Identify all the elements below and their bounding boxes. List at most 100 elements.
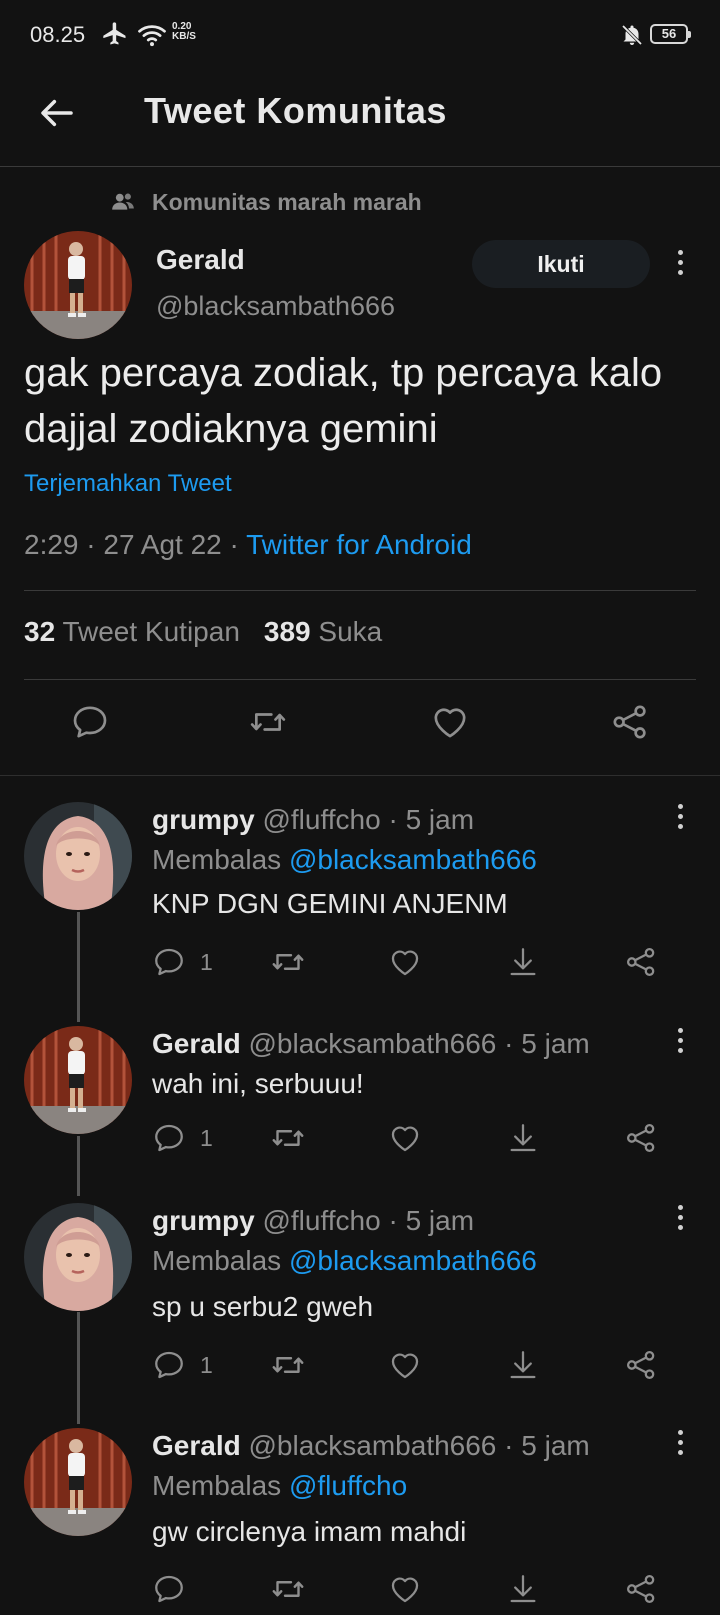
author-handle[interactable]: @blacksambath666: [156, 291, 395, 322]
replying-to-prefix: Membalas: [152, 1470, 282, 1501]
replying-to-prefix: Membalas: [152, 844, 282, 875]
replying-to-handle[interactable]: @fluffcho: [289, 1470, 407, 1501]
status-bar: 08.25 0.20 KB/S 56: [0, 0, 720, 72]
more-options-icon[interactable]: [672, 1028, 688, 1058]
reply-count: 1: [200, 1124, 213, 1151]
download-icon[interactable]: [506, 1347, 540, 1383]
meta-separator: ·: [86, 529, 104, 560]
reply-age: 5 jam: [405, 804, 475, 835]
quote-label: Tweet Kutipan: [62, 616, 240, 647]
avatar[interactable]: [24, 802, 132, 910]
meta-separator: ·: [504, 1430, 522, 1461]
reply-author-handle[interactable]: @fluffcho: [262, 804, 380, 835]
meta-separator: ·: [229, 529, 247, 560]
tweet-date: 27 Agt 22: [103, 529, 222, 560]
back-arrow-icon[interactable]: [36, 92, 78, 134]
retweet-icon[interactable]: [270, 944, 306, 980]
reply-count: 1: [200, 948, 213, 975]
network-speed-unit: KB/S: [172, 31, 196, 42]
reply-header: grumpy @fluffcho · 5 jam: [152, 804, 474, 836]
reply-button[interactable]: 1: [152, 1347, 213, 1383]
reply-text: gw circlenya imam mahdi: [152, 1516, 467, 1547]
meta-separator: ·: [388, 804, 406, 835]
quote-count: 32: [24, 616, 56, 647]
reply-button[interactable]: [152, 1571, 200, 1607]
tweet-source-link[interactable]: Twitter for Android: [246, 529, 472, 560]
reply-author-name[interactable]: grumpy: [152, 804, 255, 835]
page-title: Tweet Komunitas: [144, 90, 447, 131]
replying-to-handle[interactable]: @blacksambath666: [289, 844, 537, 875]
reply-button[interactable]: 1: [152, 944, 213, 980]
reply-header: Gerald @blacksambath666 · 5 jam: [152, 1028, 590, 1060]
retweet-icon[interactable]: [270, 1347, 306, 1383]
author-name[interactable]: Gerald: [156, 244, 245, 276]
more-options-icon[interactable]: [672, 250, 688, 280]
download-icon[interactable]: [506, 1571, 540, 1607]
network-speed: 0.20 KB/S: [172, 22, 196, 42]
like-icon[interactable]: [388, 1347, 422, 1383]
reply-text: wah ini, serbuuu!: [152, 1068, 364, 1099]
retweet-icon[interactable]: [270, 1571, 306, 1607]
divider: [0, 775, 720, 776]
like-icon[interactable]: [388, 944, 422, 980]
reply-author-name[interactable]: grumpy: [152, 1205, 255, 1236]
avatar[interactable]: [24, 231, 132, 339]
reply-icon[interactable]: [70, 702, 110, 742]
reply-author-name[interactable]: Gerald: [152, 1430, 241, 1461]
meta-separator: ·: [388, 1205, 406, 1236]
community-label[interactable]: Komunitas marah marah: [110, 185, 422, 219]
reply-tweet[interactable]: grumpy @fluffcho · 5 jam Membalas @black…: [0, 802, 720, 1002]
quote-tweets-stat[interactable]: 32 Tweet Kutipan: [24, 616, 240, 647]
likes-stat[interactable]: 389 Suka: [264, 616, 382, 647]
translate-link[interactable]: Terjemahkan Tweet: [24, 470, 232, 498]
reply-author-handle[interactable]: @blacksambath666: [248, 1430, 496, 1461]
tweet-text: gak percaya zodiak, tp percaya kalo dajj…: [24, 351, 663, 451]
share-icon[interactable]: [624, 1120, 658, 1156]
reply-text: sp u serbu2 gweh: [152, 1291, 374, 1322]
share-icon[interactable]: [610, 702, 650, 742]
replying-to-handle[interactable]: @blacksambath666: [289, 1245, 537, 1276]
reply-button[interactable]: 1: [152, 1120, 213, 1156]
share-icon[interactable]: [624, 1571, 658, 1607]
share-icon[interactable]: [624, 944, 658, 980]
reply-tweet[interactable]: grumpy @fluffcho · 5 jam Membalas @black…: [0, 1203, 720, 1403]
replying-to: Membalas @blacksambath666: [152, 1245, 537, 1277]
tweet-time: 2:29: [24, 529, 79, 560]
reply-header: grumpy @fluffcho · 5 jam: [152, 1205, 474, 1237]
reply-tweet[interactable]: Gerald @blacksambath666 · 5 jam wah ini,…: [0, 1026, 720, 1186]
more-options-icon[interactable]: [672, 1430, 688, 1460]
wifi-icon: [137, 22, 167, 53]
reply-author-name[interactable]: Gerald: [152, 1028, 241, 1059]
share-icon[interactable]: [624, 1347, 658, 1383]
reply-tweet[interactable]: Gerald @blacksambath666 · 5 jam Membalas…: [0, 1428, 720, 1615]
more-options-icon[interactable]: [672, 804, 688, 834]
retweet-icon[interactable]: [248, 702, 288, 742]
retweet-icon[interactable]: [270, 1120, 306, 1156]
reply-age: 5 jam: [521, 1430, 590, 1461]
follow-button[interactable]: Ikuti: [472, 240, 650, 288]
reply-author-handle[interactable]: @blacksambath666: [248, 1028, 496, 1059]
tweet-meta: 2:29 · 27 Agt 22 · Twitter for Android: [24, 529, 472, 561]
more-options-icon[interactable]: [672, 1205, 688, 1235]
community-icon: [110, 189, 136, 215]
avatar[interactable]: [24, 1428, 132, 1536]
like-count: 389: [263, 616, 311, 647]
like-icon[interactable]: [430, 702, 470, 742]
reply-count: 1: [200, 1351, 213, 1378]
tweet-actions: [0, 702, 720, 754]
reply-actions: 1: [152, 1120, 692, 1160]
tweet-stats: 32 Tweet Kutipan 389 Suka: [24, 616, 382, 648]
reply-author-handle[interactable]: @fluffcho: [262, 1205, 380, 1236]
avatar[interactable]: [24, 1026, 132, 1134]
reply-actions: 1: [152, 1347, 692, 1387]
status-time: 08.25: [30, 22, 86, 47]
download-icon[interactable]: [506, 944, 540, 980]
reply-age: 5 jam: [405, 1205, 475, 1236]
avatar[interactable]: [24, 1203, 132, 1311]
bell-muted-icon: [620, 22, 644, 53]
reply-actions: [152, 1571, 692, 1611]
like-icon[interactable]: [388, 1120, 422, 1156]
reply-age: 5 jam: [521, 1028, 590, 1059]
download-icon[interactable]: [506, 1120, 540, 1156]
like-icon[interactable]: [388, 1571, 422, 1607]
